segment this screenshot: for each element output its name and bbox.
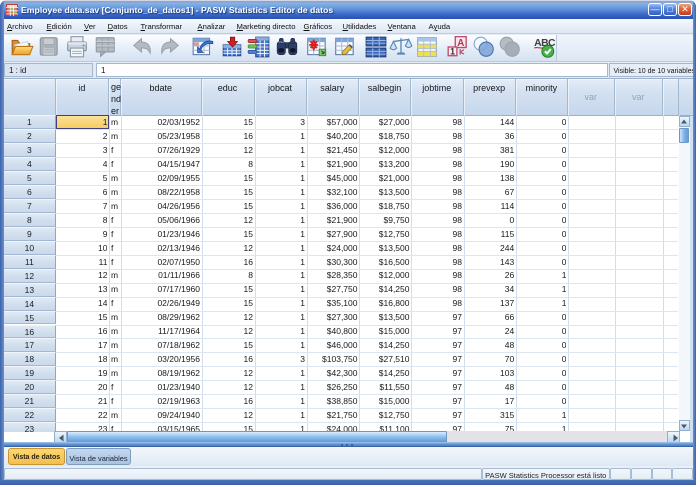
svg-text:1: 1 bbox=[450, 47, 455, 57]
svg-text:A: A bbox=[457, 38, 464, 49]
